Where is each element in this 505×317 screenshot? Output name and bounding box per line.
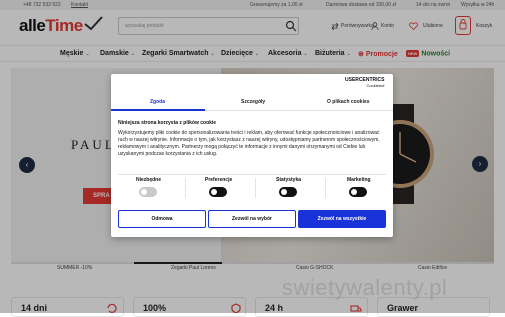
allow-all-button[interactable]: Zezwól na wszystkie	[298, 210, 386, 228]
cookie-text-line: uzyskanymi podczas korzystania z ich usł…	[118, 151, 218, 157]
tab-details[interactable]: Szczegóły	[241, 99, 265, 105]
cookiebot-logo: USERCENTRICS Cookiebot	[345, 78, 385, 89]
cookie-text-line: Wykorzystujemy pliki cookie do spersonal…	[118, 130, 380, 136]
cookie-text-line: ruch w naszej witrynie. Informacje o tym…	[118, 137, 380, 143]
toggle-label-statistics: Statystyka	[276, 177, 302, 183]
cookie-text-line: reklamowym i analitycznym. Partnerzy mog…	[118, 144, 366, 150]
toggle-separator	[255, 178, 256, 198]
toggle-label-marketing: Marketing	[347, 177, 371, 183]
deny-button[interactable]: Odmowa	[118, 210, 206, 228]
logo-line-2: Cookiebot	[366, 83, 385, 88]
allow-selection-button[interactable]: Zezwól na wybór	[208, 210, 296, 228]
toggle-necessary	[139, 187, 157, 197]
toggle-separator	[325, 178, 326, 198]
toggle-separator	[185, 178, 186, 198]
cookie-heading: Niniejsza strona korzysta z plików cooki…	[118, 120, 217, 126]
tab-consent[interactable]: Zgoda	[150, 99, 165, 105]
cookie-description: Wykorzystujemy pliki cookie do spersonal…	[118, 130, 386, 158]
toggle-statistics[interactable]	[279, 187, 297, 197]
toggle-marketing[interactable]	[349, 187, 367, 197]
tab-about-cookies[interactable]: O plikach cookies	[327, 99, 370, 105]
tab-active-indicator	[111, 109, 205, 111]
toggle-label-preferences: Preferencje	[205, 177, 233, 183]
toggles-divider	[118, 174, 386, 175]
toggle-label-necessary: Niezbędne	[136, 177, 162, 183]
toggle-preferences[interactable]	[209, 187, 227, 197]
cookie-consent-dialog: USERCENTRICS Cookiebot Zgoda Szczegóły O…	[111, 74, 393, 237]
